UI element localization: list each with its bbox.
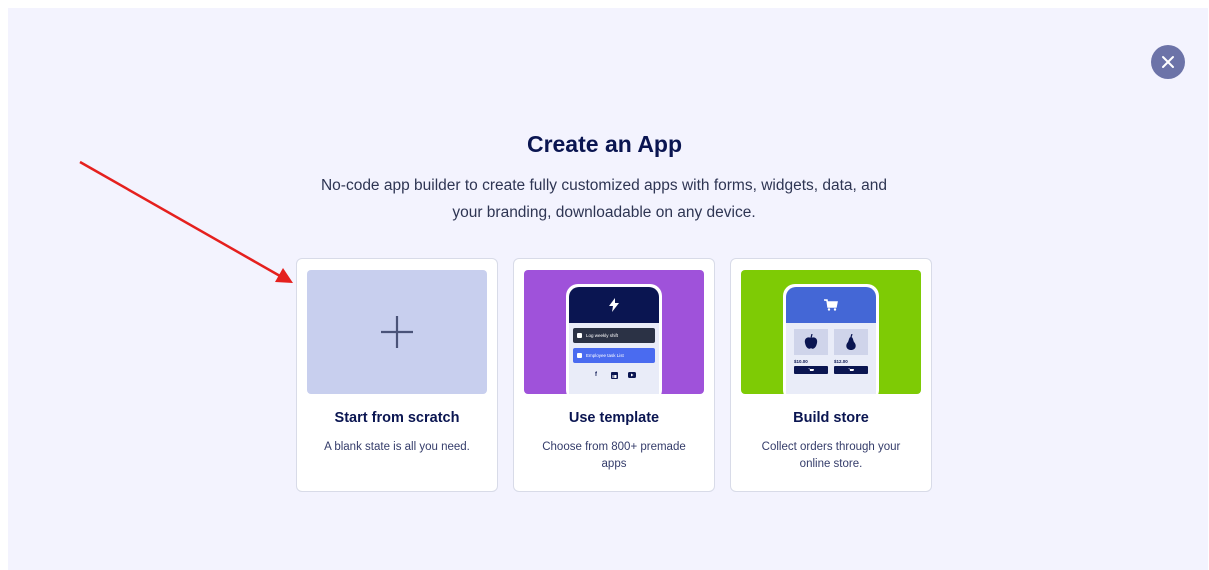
- template-row-2-label: Employee task List: [586, 353, 624, 358]
- pear-icon: [834, 329, 868, 355]
- apple-icon: [794, 329, 828, 355]
- scratch-thumbnail: [307, 270, 487, 394]
- start-from-scratch-card[interactable]: Start from scratch A blank state is all …: [296, 258, 498, 492]
- youtube-icon: [628, 371, 636, 379]
- store-thumbnail: $10.00 $12.00: [741, 270, 921, 394]
- lightning-icon: [609, 298, 619, 312]
- product-grid: [786, 329, 876, 355]
- build-store-card[interactable]: $10.00 $12.00 Build store Collect orders…: [730, 258, 932, 492]
- card-description: Collect orders through your online store…: [761, 441, 901, 470]
- product-prices: $10.00 $12.00: [786, 359, 876, 374]
- page-subtitle: No-code app builder to create fully cust…: [320, 177, 888, 221]
- card-title: Start from scratch: [334, 410, 460, 426]
- card-description: A blank state is all you need.: [324, 441, 470, 453]
- template-row-2: Employee task List: [573, 348, 655, 363]
- page-title: Create an App: [526, 131, 683, 157]
- close-icon: [1162, 56, 1174, 68]
- template-row-1-label: Log weekly shift: [586, 333, 619, 338]
- phone-mockup: $10.00 $12.00: [783, 284, 879, 394]
- linkedin-icon: [610, 371, 618, 379]
- use-template-card[interactable]: Log weekly shift Employee task List f Us…: [513, 258, 715, 492]
- template-row-1: Log weekly shift: [573, 328, 655, 343]
- calendar-icon: [577, 333, 582, 338]
- price-label: $10.00: [794, 359, 808, 364]
- list-icon: [577, 353, 582, 358]
- phone-header: [786, 287, 876, 323]
- card-description: Choose from 800+ premade apps: [542, 441, 686, 470]
- plus-icon: [381, 316, 413, 348]
- phone-mockup: Log weekly shift Employee task List f: [566, 284, 662, 394]
- template-thumbnail: Log weekly shift Employee task List f: [524, 270, 704, 394]
- facebook-icon: f: [595, 372, 597, 378]
- add-to-cart-button: [834, 366, 868, 374]
- add-to-cart-button: [794, 366, 828, 374]
- close-button[interactable]: [1151, 45, 1185, 79]
- phone-header: [569, 287, 659, 323]
- card-title: Use template: [568, 410, 660, 426]
- social-icons: f: [569, 371, 659, 379]
- price-label: $12.00: [834, 359, 848, 364]
- card-title: Build store: [793, 410, 869, 426]
- cart-icon: [824, 299, 838, 311]
